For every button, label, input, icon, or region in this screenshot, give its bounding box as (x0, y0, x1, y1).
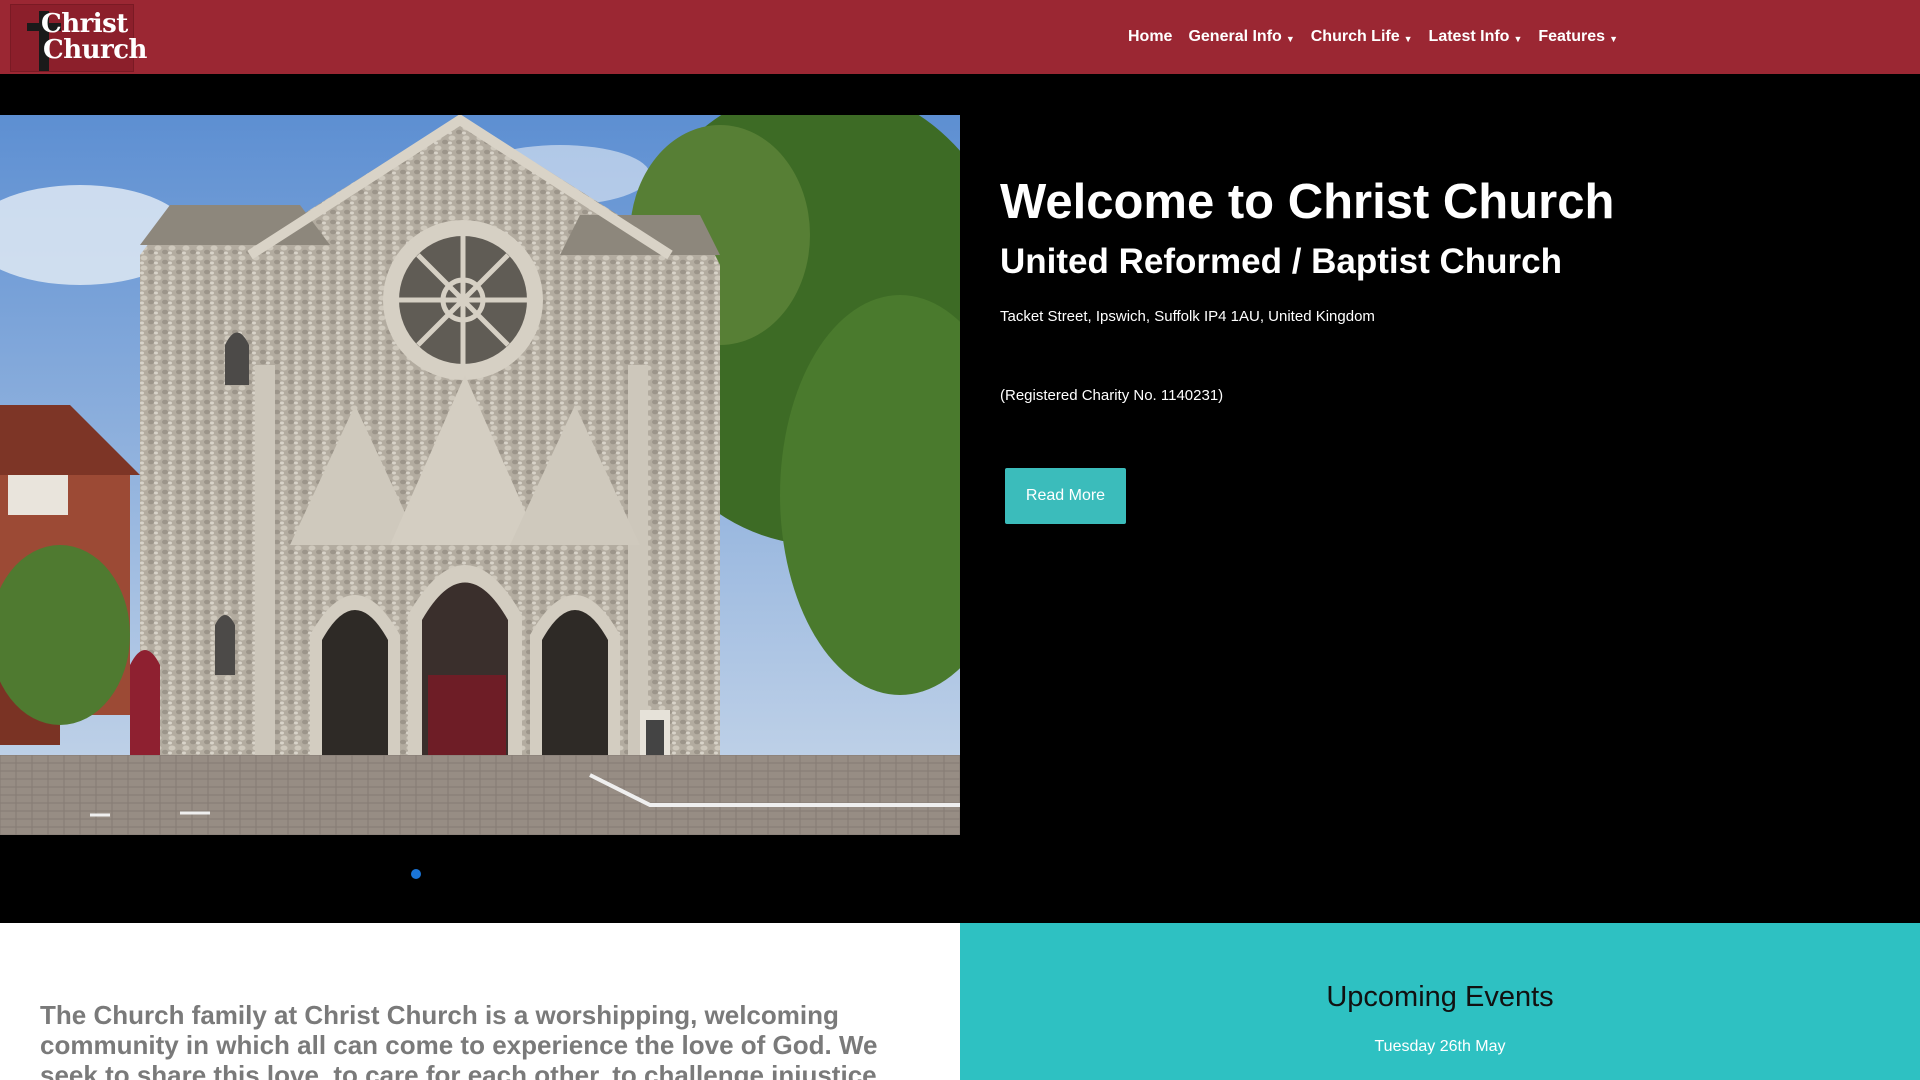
event-date[interactable]: Tuesday 26th May (960, 1038, 1920, 1056)
nav-latest-info[interactable]: Latest Info ▼ (1421, 28, 1531, 46)
hero-address: Tacket Street, Ipswich, Suffolk IP4 1AU,… (1000, 308, 1375, 325)
site-logo[interactable]: Christ Church (10, 4, 147, 72)
nav-features[interactable]: Features ▼ (1530, 28, 1626, 46)
nav-general-info-label: General Info (1188, 28, 1282, 45)
nav-home-label: Home (1128, 28, 1173, 45)
logo-line-2: Church (43, 35, 147, 65)
logo-text: Christ Church (41, 11, 147, 63)
caret-down-icon: ▼ (1513, 34, 1523, 44)
hero-content: Welcome to Christ Church United Reformed… (1000, 174, 1614, 404)
hero-charity-number: (Registered Charity No. 1140231) (1000, 387, 1224, 404)
main-nav: Home General Info ▼ Church Life ▼ Latest… (1120, 0, 1626, 74)
nav-latest-info-label: Latest Info (1428, 28, 1510, 45)
nav-features-label: Features (1538, 28, 1606, 45)
upcoming-events-section: Upcoming Events Tuesday 26th May (960, 923, 1920, 1080)
site-header: Christ Church Home General Info ▼ Church… (0, 0, 1920, 74)
church-photo (0, 115, 960, 835)
about-text: The Church family at Christ Church is a … (40, 1000, 878, 1080)
events-heading: Upcoming Events (1326, 981, 1554, 1013)
hero-slider: Welcome to Christ Church United Reformed… (0, 74, 1920, 923)
hero-subtitle: United Reformed / Baptist Church (1000, 242, 1562, 281)
nav-church-life-label: Church Life (1310, 28, 1400, 45)
nav-church-life[interactable]: Church Life ▼ (1303, 28, 1421, 46)
caret-down-icon: ▼ (1285, 34, 1295, 44)
read-more-button[interactable]: Read More (1005, 468, 1126, 524)
slider-dot-active[interactable] (411, 869, 421, 879)
nav-home[interactable]: Home (1120, 28, 1180, 46)
nav-general-info[interactable]: General Info ▼ (1180, 28, 1302, 46)
about-section: The Church family at Christ Church is a … (0, 923, 960, 1080)
hero-title: Welcome to Christ Church (1000, 175, 1615, 229)
church-building-image (0, 115, 960, 835)
caret-down-icon: ▼ (1609, 34, 1618, 44)
caret-down-icon: ▼ (1403, 34, 1413, 44)
